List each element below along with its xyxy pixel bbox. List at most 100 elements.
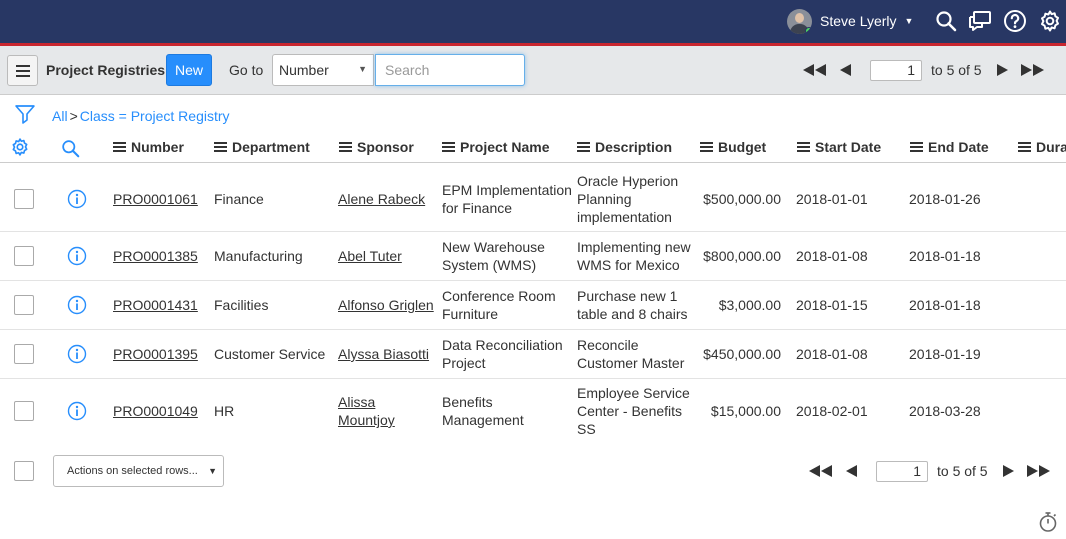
column-header-sponsor[interactable]: Sponsor [339, 138, 414, 156]
column-menu-icon [442, 140, 455, 154]
next-page-icon [1003, 465, 1015, 477]
list-header-bar: Project Registries New Go to Number ▼ to… [0, 46, 1066, 95]
row-checkbox[interactable] [14, 189, 34, 209]
column-search-icon[interactable] [61, 139, 80, 161]
info-icon[interactable] [67, 246, 87, 266]
row-checkbox[interactable] [14, 344, 34, 364]
budget-cell: $15,000.00 [710, 403, 781, 419]
search-icon[interactable] [934, 9, 958, 33]
description-cell-line: Center - Benefits [577, 403, 683, 419]
select-all-checkbox[interactable] [14, 461, 34, 481]
project-name-cell: New Warehouse System (WMS) [442, 238, 545, 274]
column-header-budget[interactable]: Budget [700, 138, 766, 156]
bottom-pagination: to 5 of 5 [806, 459, 1054, 483]
column-label: Sponsor [357, 139, 414, 155]
previous-page-icon [845, 465, 857, 477]
project-name-cell-line: Conference Room [442, 288, 556, 304]
column-menu-icon [700, 140, 713, 154]
page-number-input[interactable] [870, 59, 922, 81]
header-divider [0, 162, 1066, 163]
row-divider [0, 378, 1066, 379]
column-header-number[interactable]: Number [113, 138, 184, 156]
top-pagination: to 5 of 5 [800, 58, 1048, 82]
project-name-cell-line: Project [442, 355, 486, 371]
row-divider [0, 329, 1066, 330]
record-number-link[interactable]: PRO0001061 [113, 190, 198, 208]
end-date-cell: 2018-01-19 [909, 346, 981, 362]
filter-icon[interactable] [14, 103, 36, 128]
next-page-button[interactable] [994, 459, 1024, 483]
record-number-link[interactable]: PRO0001395 [113, 345, 198, 363]
previous-page-button[interactable] [830, 58, 860, 82]
chevron-down-icon: ▼ [358, 64, 367, 74]
breadcrumb: All > Class = Project Registry [52, 108, 230, 124]
column-header-duration[interactable]: Dura [1018, 138, 1066, 156]
description-cell-line: implementation [577, 209, 672, 225]
new-button[interactable]: New [166, 54, 212, 86]
first-page-icon [809, 465, 832, 477]
help-icon[interactable] [1003, 9, 1027, 33]
actions-select[interactable]: Actions on selected rows... ▼ [53, 455, 224, 487]
search-input[interactable] [375, 54, 525, 86]
column-header-start-date[interactable]: Start Date [797, 138, 881, 156]
last-page-icon [1026, 465, 1050, 477]
next-page-icon [997, 64, 1009, 76]
sponsor-link-line: Mountjoy [338, 412, 395, 428]
next-page-button[interactable] [988, 58, 1018, 82]
sponsor-link[interactable]: Alfonso Griglen [338, 296, 434, 314]
description-cell: Reconcile Customer Master [577, 336, 684, 372]
chat-icon[interactable] [968, 9, 992, 33]
sponsor-link[interactable]: Alyssa Biasotti [338, 345, 429, 363]
gear-icon[interactable] [1038, 9, 1062, 33]
start-date-cell: 2018-01-15 [796, 297, 868, 313]
last-page-button[interactable] [1024, 459, 1054, 483]
stopwatch-icon[interactable] [1038, 511, 1058, 536]
column-header-project-name[interactable]: Project Name [442, 138, 549, 156]
previous-page-icon [839, 64, 851, 76]
info-icon[interactable] [67, 401, 87, 421]
description-cell-line: Employee Service [577, 385, 690, 401]
info-icon[interactable] [67, 344, 87, 364]
previous-page-button[interactable] [836, 459, 866, 483]
record-number-link[interactable]: PRO0001431 [113, 296, 198, 314]
sponsor-link[interactable]: Alissa Mountjoy [338, 393, 395, 429]
column-settings-icon[interactable] [10, 137, 30, 160]
user-menu[interactable]: Steve Lyerly ▼ [787, 8, 913, 34]
sponsor-link-line: Alene Rabeck [338, 191, 426, 207]
row-checkbox[interactable] [14, 401, 34, 421]
sponsor-link[interactable]: Abel Tuter [338, 247, 402, 265]
chevron-down-icon: ▼ [904, 16, 914, 26]
record-number-link[interactable]: PRO0001385 [113, 247, 198, 265]
column-header-end-date[interactable]: End Date [910, 138, 989, 156]
start-date-cell: 2018-01-08 [796, 248, 868, 264]
start-date-cell: 2018-02-01 [796, 403, 868, 419]
record-number-link[interactable]: PRO0001049 [113, 402, 198, 420]
chevron-down-icon: ▼ [208, 466, 217, 476]
list-menu-button[interactable] [7, 55, 38, 86]
column-header-description[interactable]: Description [577, 138, 672, 156]
description-cell-line: Oracle Hyperion [577, 173, 679, 189]
breadcrumb-filter[interactable]: Class = Project Registry [80, 108, 230, 124]
goto-field-select[interactable]: Number ▼ [272, 54, 374, 86]
page-range-label: to 5 of 5 [937, 463, 988, 479]
first-page-button[interactable] [800, 58, 830, 82]
row-checkbox[interactable] [14, 246, 34, 266]
description-cell-line: Reconcile [577, 337, 639, 353]
actions-select-label: Actions on selected rows... [67, 465, 198, 477]
column-header-department[interactable]: Department [214, 138, 310, 156]
info-icon[interactable] [67, 295, 87, 315]
last-page-button[interactable] [1018, 58, 1048, 82]
description-cell-line: SS [577, 421, 596, 437]
page-number-input[interactable] [876, 460, 928, 482]
row-checkbox[interactable] [14, 295, 34, 315]
first-page-button[interactable] [806, 459, 836, 483]
breadcrumb-all[interactable]: All [52, 108, 68, 124]
department-cell: Finance [214, 191, 264, 207]
project-name-cell-line: System (WMS) [442, 257, 537, 273]
project-name-cell: EPM Implementation for Finance [442, 181, 572, 217]
info-icon[interactable] [67, 189, 87, 209]
sponsor-link-line: Alfonso Griglen [338, 297, 434, 313]
column-menu-icon [339, 140, 352, 154]
sponsor-link[interactable]: Alene Rabeck [338, 190, 425, 208]
first-page-icon [803, 64, 826, 76]
